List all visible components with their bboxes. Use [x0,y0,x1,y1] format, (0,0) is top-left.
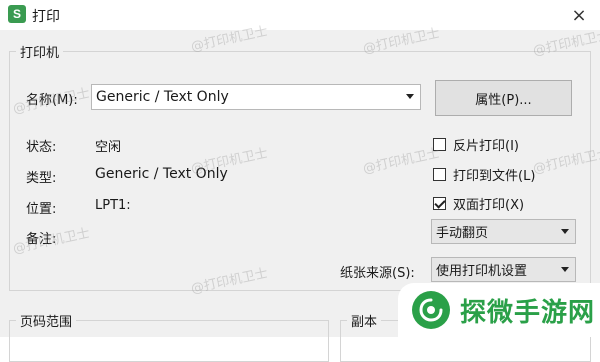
duplex-mode-select[interactable]: 手动翻页 [431,219,576,244]
properties-button[interactable]: 属性(P)... [435,80,572,116]
reverse-print-checkbox[interactable]: 反片打印(I) [433,135,519,154]
printer-name-select[interactable]: Generic / Text Only [91,84,421,110]
checkbox-box [433,168,446,181]
chevron-down-icon [561,266,569,272]
reverse-print-label: 反片打印(I) [453,139,519,154]
status-label: 状态: [26,140,57,155]
location-label: 位置: [26,202,57,217]
duplex-checkbox[interactable]: 双面打印(X) [433,194,524,213]
chevron-down-icon [561,228,569,234]
print-to-file-label: 打印到文件(L) [453,169,536,184]
checkmark-icon [433,197,446,210]
page-range-group-label: 页码范围 [16,311,77,330]
paper-source-value: 使用打印机设置 [436,264,528,279]
type-value: Generic / Text Only [95,166,228,182]
location-value: LPT1: [95,198,131,213]
print-to-file-checkbox[interactable]: 打印到文件(L) [433,165,535,184]
site-badge: 探微手游网 [398,283,600,337]
chevron-down-icon [406,94,414,99]
comment-label: 备注: [26,232,57,247]
site-badge-text: 探微手游网 [460,297,596,328]
close-icon[interactable]: × [566,3,592,27]
window-title: 打印 [32,9,60,25]
paper-source-label: 纸张来源(S): [340,266,415,281]
site-logo-icon [412,291,450,329]
status-value: 空闲 [95,140,122,155]
copies-group-label: 副本 [347,311,382,330]
duplex-label: 双面打印(X) [453,198,525,213]
printer-name-value: Generic / Text Only [96,89,229,105]
printer-group-label: 打印机 [16,42,64,61]
duplex-mode-value: 手动翻页 [436,226,489,241]
paper-source-select[interactable]: 使用打印机设置 [431,257,576,282]
type-label: 类型: [26,171,57,186]
checkbox-box [433,138,446,151]
title-bar: S 打印 × [0,0,600,30]
printer-name-label: 名称(M): [26,93,78,108]
app-logo-icon: S [8,5,26,23]
